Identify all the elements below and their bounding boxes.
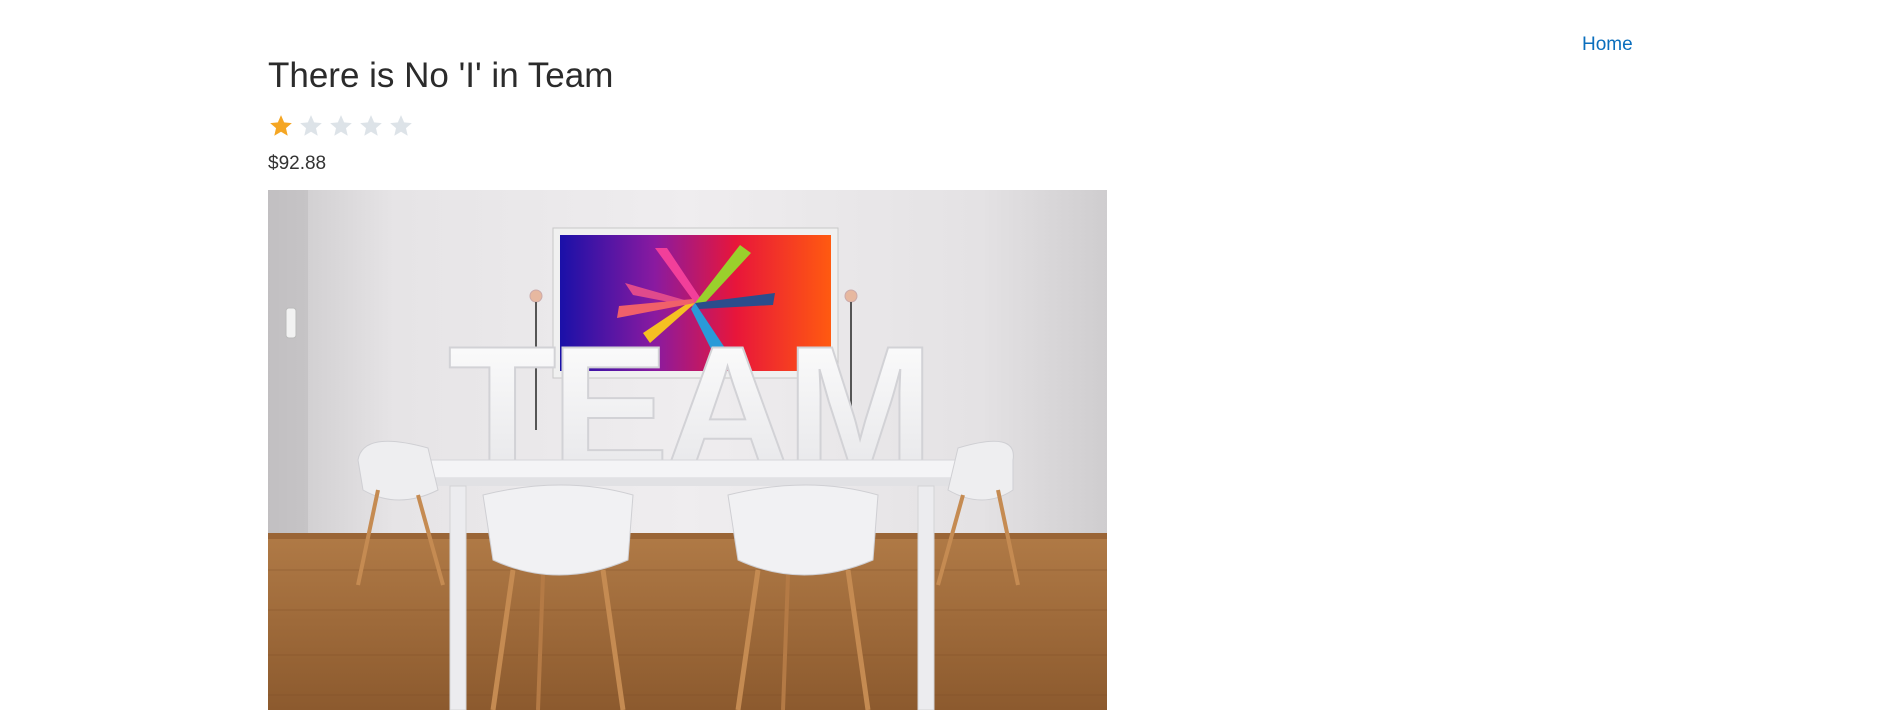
star-rating	[268, 112, 1108, 140]
product-detail: There is No 'I' in Team $92.88 TEAM	[268, 54, 1108, 710]
product-title: There is No 'I' in Team	[268, 56, 614, 95]
nav-home-link[interactable]: Home	[1582, 33, 1633, 57]
product-price: $92.88	[268, 153, 327, 174]
star-empty-icon	[300, 115, 322, 136]
star-empty-icon	[360, 115, 382, 136]
star-empty-icon	[330, 115, 352, 136]
star-empty-icon	[390, 115, 412, 136]
product-image: TEAM	[268, 190, 1107, 710]
page: Home There is No 'I' in Team $92.88 TEAM	[0, 0, 1902, 712]
star-filled-icon	[270, 115, 292, 136]
